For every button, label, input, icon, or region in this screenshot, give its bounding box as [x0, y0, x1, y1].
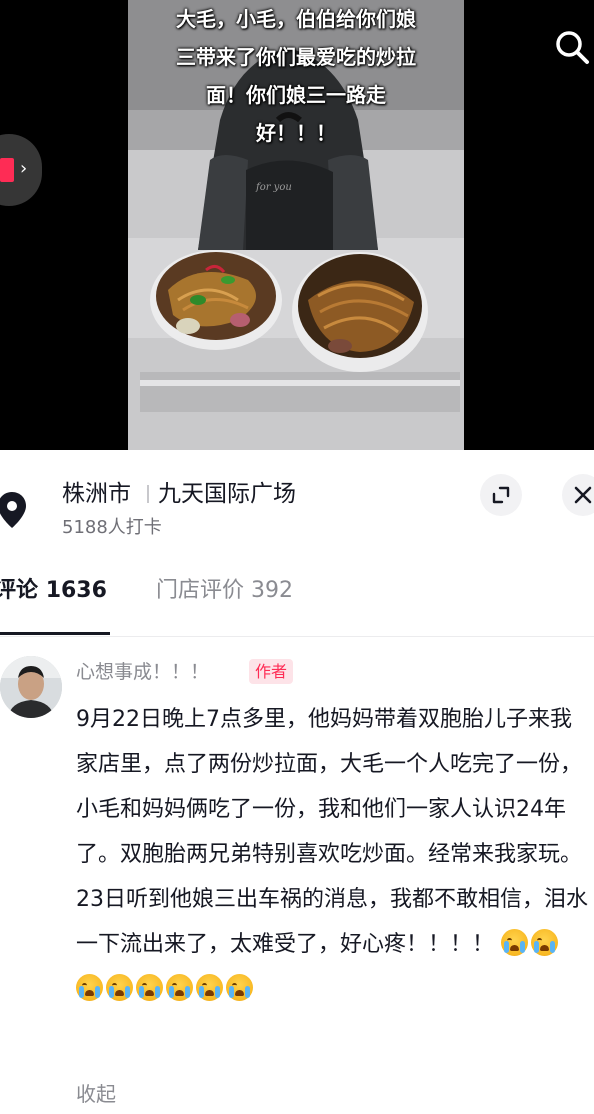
search-icon — [556, 31, 589, 64]
tab-comments[interactable]: 评论 1636 — [0, 574, 107, 608]
location-place[interactable]: 九天国际广场 — [158, 476, 296, 512]
side-panel-button[interactable]: › — [0, 134, 42, 206]
comment-body: 9月22日晚上7点多里，他妈妈带着双胞胎儿子来我家店里，点了两份炒拉面，大毛一个… — [76, 707, 588, 957]
expand-icon — [492, 486, 510, 504]
loudly-crying-emoji — [136, 974, 163, 1001]
loudly-crying-emoji — [76, 974, 103, 1001]
chevron-right-icon: › — [20, 158, 28, 179]
search-button[interactable] — [552, 27, 592, 67]
loudly-crying-emoji — [501, 929, 529, 956]
comment-username[interactable]: 心想事成！！！ — [76, 657, 209, 687]
tab-reviews-count: 392 — [251, 578, 294, 603]
avatar[interactable] — [0, 656, 62, 718]
tab-reviews-label: 门店评价 — [156, 578, 245, 603]
comment-text: 9月22日晚上7点多里，他妈妈带着双胞胎儿子来我家店里，点了两份炒拉面，大毛一个… — [76, 697, 590, 1012]
tab-comments-count: 1636 — [45, 578, 107, 603]
location-pin-icon — [0, 490, 30, 530]
loudly-crying-emoji — [196, 974, 223, 1001]
tab-comments-label: 评论 — [0, 578, 39, 603]
gift-icon — [0, 158, 14, 182]
video-player[interactable]: for you 大毛，小毛，伯伯给你们娘 三带来了你们最爱吃的炒拉 面！你们娘三… — [0, 0, 594, 450]
location-divider — [147, 485, 149, 503]
loudly-crying-emoji — [166, 974, 193, 1001]
loudly-crying-emoji — [531, 929, 559, 956]
active-tab-indicator — [0, 632, 110, 635]
loudly-crying-emoji — [226, 974, 253, 1001]
loudly-crying-emoji — [106, 974, 133, 1001]
close-button[interactable] — [562, 474, 594, 516]
tab-store-reviews[interactable]: 门店评价 392 — [156, 574, 293, 608]
author-badge: 作者 — [249, 659, 294, 684]
svg-text:for you: for you — [255, 182, 292, 193]
location-city: 株洲市 — [62, 481, 131, 507]
expand-button[interactable] — [480, 474, 522, 516]
checkin-count: 5188人打卡 — [62, 517, 162, 538]
video-caption: 大毛，小毛，伯伯给你们娘 三带来了你们最爱吃的炒拉 面！你们娘三一路走 好！！！ — [176, 7, 416, 145]
collapse-button[interactable]: 收起 — [76, 1078, 116, 1110]
tabs-divider — [0, 636, 594, 637]
close-icon — [574, 486, 592, 504]
